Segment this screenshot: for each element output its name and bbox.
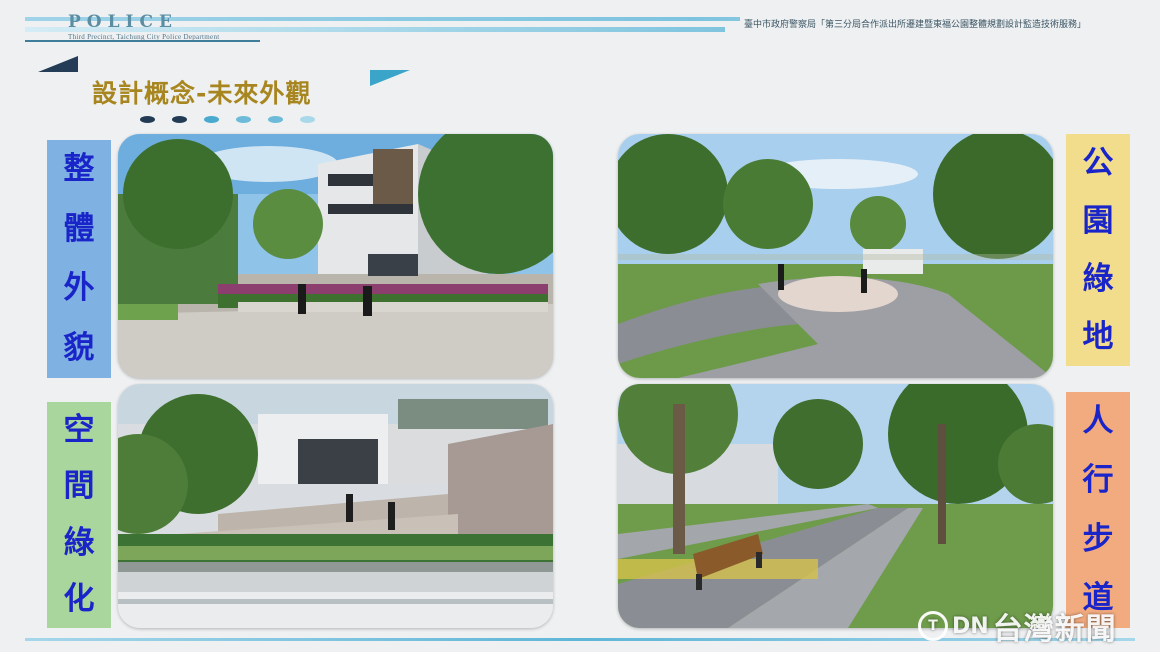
label-char: 間 <box>63 468 95 505</box>
label-space-greening: 空間綠化 <box>47 402 111 628</box>
walkway-render-image <box>618 384 1053 628</box>
title-dot <box>268 116 283 123</box>
police-logo: POLICE <box>68 12 178 32</box>
label-char: 空 <box>63 411 95 448</box>
label-char: 公 <box>1082 144 1114 181</box>
header-caption: 臺中市政府警察局「第三分局合作派出所遷建暨東福公園整體規劃設計監造技術服務」 <box>740 17 1140 30</box>
title-dot <box>140 116 155 123</box>
title-dot <box>172 116 187 123</box>
presentation-slide: POLICE Third Precinct, Taichung City Pol… <box>0 0 1160 652</box>
label-park-greenland: 公園綠地 <box>1066 134 1130 366</box>
title-triangle-right <box>370 70 410 86</box>
label-char: 整 <box>63 151 95 188</box>
label-char: 化 <box>63 581 95 618</box>
title-triangle-left <box>38 56 78 72</box>
tdn-watermark: T DN 台灣新聞 <box>918 604 1117 648</box>
tdn-logo-text: 台灣新聞 <box>992 612 1117 647</box>
police-logo-subtext: Third Precinct, Taichung City Police Dep… <box>68 33 220 41</box>
label-char: 地 <box>1082 318 1114 355</box>
title-dots <box>140 116 315 123</box>
label-char: 外 <box>63 270 95 307</box>
building-render-image <box>118 134 553 378</box>
title-dot <box>300 116 315 123</box>
tdn-logo-icon: T <box>918 611 948 641</box>
label-char: 綠 <box>63 524 95 561</box>
label-char: 園 <box>1082 202 1114 239</box>
label-char: 人 <box>1082 403 1114 439</box>
rooftop-garden-render <box>118 384 553 628</box>
title-dot <box>204 116 219 123</box>
label-char: 綠 <box>1082 260 1114 297</box>
label-char: 貌 <box>63 329 95 366</box>
label-char: 步 <box>1082 521 1114 557</box>
rooftop-render-image <box>118 384 553 628</box>
label-char: 行 <box>1082 462 1114 498</box>
title-dot <box>236 116 251 123</box>
slide-title: 設計概念-未來外觀 <box>92 79 312 108</box>
label-sidewalk: 人行步道 <box>1066 392 1130 628</box>
park-render-image <box>618 134 1053 378</box>
label-overall-exterior: 整體外貌 <box>47 140 111 378</box>
tdn-logo-dn: DN <box>952 613 989 639</box>
sidewalk-render <box>618 384 1053 628</box>
building-exterior-render <box>118 134 553 378</box>
park-greenland-render <box>618 134 1053 378</box>
label-char: 體 <box>63 210 95 247</box>
